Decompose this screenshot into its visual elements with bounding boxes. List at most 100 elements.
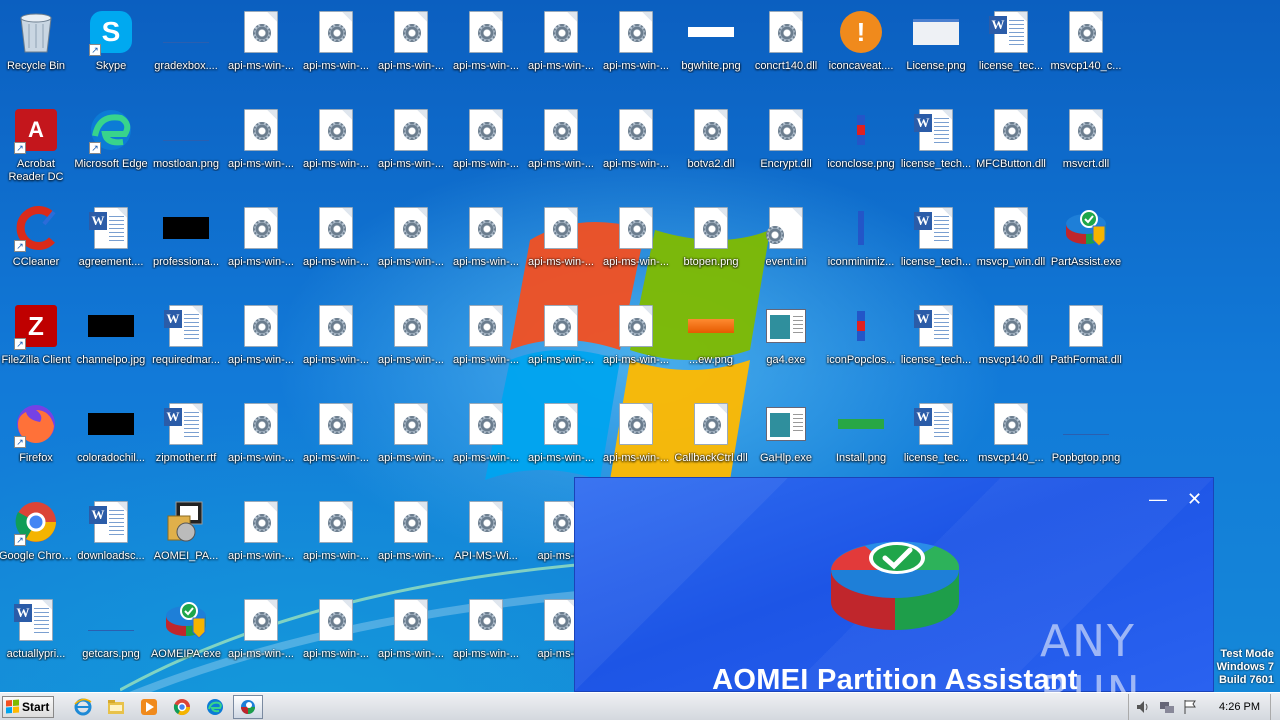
- desktop-icon[interactable]: api-ms-win-...: [224, 98, 298, 190]
- desktop-icon[interactable]: api-ms-win-...: [299, 490, 373, 582]
- desktop-icon[interactable]: Popbgtop.png: [1049, 392, 1123, 484]
- desktop-icon[interactable]: api-ms-win-...: [224, 294, 298, 386]
- desktop-icon[interactable]: coloradochil...: [74, 392, 148, 484]
- desktop-icon[interactable]: api-ms-win-...: [599, 98, 673, 190]
- desktop-icon[interactable]: msvcp140_...: [974, 392, 1048, 484]
- desktop-icon[interactable]: api-ms-win-...: [224, 588, 298, 680]
- desktop-icon[interactable]: iconminimiz...: [824, 196, 898, 288]
- desktop-icon[interactable]: Wagreement....: [74, 196, 148, 288]
- desktop-icon[interactable]: Wzipmother.rtf: [149, 392, 223, 484]
- minimize-button[interactable]: —: [1149, 490, 1167, 508]
- desktop-icon[interactable]: api-ms-win-...: [374, 294, 448, 386]
- desktop-icon[interactable]: api-ms-win-...: [374, 98, 448, 190]
- desktop-icon[interactable]: S ↗ Skype: [74, 0, 148, 92]
- desktop-icon[interactable]: msvcrt.dll: [1049, 98, 1123, 190]
- desktop-icon[interactable]: msvcp140_c...: [1049, 0, 1123, 92]
- desktop-icon[interactable]: api-ms-win-...: [524, 0, 598, 92]
- desktop-icon[interactable]: api-ms-win-...: [449, 0, 523, 92]
- desktop-icon[interactable]: api-ms-win-...: [299, 98, 373, 190]
- desktop-icon[interactable]: api-ms-win-...: [449, 588, 523, 680]
- desktop-icon[interactable]: ga4.exe: [749, 294, 823, 386]
- desktop-icon[interactable]: iconclose.png: [824, 98, 898, 190]
- desktop-icon[interactable]: ↗ Microsoft Edge: [74, 98, 148, 190]
- desktop-icon[interactable]: Encrypt.dll: [749, 98, 823, 190]
- desktop-icon[interactable]: api-ms-win-...: [524, 294, 598, 386]
- desktop-icon[interactable]: Wlicense_tec...: [899, 392, 973, 484]
- desktop-icon[interactable]: api-ms-win-...: [374, 392, 448, 484]
- desktop-icon[interactable]: api-ms-win-...: [374, 588, 448, 680]
- desktop-icon[interactable]: Wlicense_tech...: [899, 294, 973, 386]
- desktop-icon[interactable]: api-ms-win-...: [374, 196, 448, 288]
- desktop-icon[interactable]: gradexbox....: [149, 0, 223, 92]
- desktop-icon[interactable]: api-ms-win-...: [224, 490, 298, 582]
- desktop-icon[interactable]: api-ms-win-...: [449, 294, 523, 386]
- desktop-icon[interactable]: api-ms-win-...: [224, 392, 298, 484]
- desktop-icon[interactable]: api-ms-win-...: [449, 98, 523, 190]
- desktop-icon[interactable]: event.ini: [749, 196, 823, 288]
- volume-icon[interactable]: [1135, 699, 1151, 715]
- desktop-icon[interactable]: API-MS-Wi...: [449, 490, 523, 582]
- taskbar-aomei-button[interactable]: [233, 694, 263, 719]
- desktop-icon[interactable]: api-ms-win-...: [224, 0, 298, 92]
- desktop-icon[interactable]: Wlicense_tec...: [974, 0, 1048, 92]
- desktop-icon[interactable]: api-ms-win-...: [599, 0, 673, 92]
- taskbar-ie-button[interactable]: [68, 695, 98, 719]
- desktop-icon[interactable]: Install.png: [824, 392, 898, 484]
- desktop-icon[interactable]: api-ms-win-...: [524, 98, 598, 190]
- desktop-icon[interactable]: PartAssist.exe: [1049, 196, 1123, 288]
- desktop-icon[interactable]: api-ms-win-...: [299, 392, 373, 484]
- action-center-flag-icon[interactable]: [1183, 699, 1197, 715]
- desktop-icon[interactable]: api-ms-win-...: [449, 196, 523, 288]
- desktop-icon[interactable]: api-ms-win-...: [374, 0, 448, 92]
- desktop-icon[interactable]: mostloan.png: [149, 98, 223, 190]
- desktop-icon[interactable]: professiona...: [149, 196, 223, 288]
- desktop-icon[interactable]: ...ew.png: [674, 294, 748, 386]
- desktop-icon[interactable]: Wrequiredmar...: [149, 294, 223, 386]
- taskbar-chrome-button[interactable]: [167, 695, 197, 719]
- taskbar-clock[interactable]: 4:26 PM: [1205, 701, 1270, 713]
- desktop-icon[interactable]: api-ms-win-...: [224, 196, 298, 288]
- desktop-icon[interactable]: AOMEIPA.exe: [149, 588, 223, 680]
- desktop-icon[interactable]: bgwhite.png: [674, 0, 748, 92]
- desktop-icon[interactable]: Recycle Bin: [0, 0, 73, 92]
- desktop-icon[interactable]: Z ↗ FileZilla Client: [0, 294, 73, 386]
- desktop-icon[interactable]: api-ms-win-...: [524, 392, 598, 484]
- desktop-icon[interactable]: api-ms-win-...: [374, 490, 448, 582]
- desktop-icon[interactable]: getcars.png: [74, 588, 148, 680]
- start-button[interactable]: Start: [2, 695, 54, 718]
- desktop-icon[interactable]: MFCButton.dll: [974, 98, 1048, 190]
- desktop-icon[interactable]: api-ms-win-...: [599, 196, 673, 288]
- desktop-icon[interactable]: iconPopclos...: [824, 294, 898, 386]
- desktop-icon[interactable]: botva2.dll: [674, 98, 748, 190]
- desktop-icon[interactable]: msvcp_win.dll: [974, 196, 1048, 288]
- desktop-icon[interactable]: License.png: [899, 0, 973, 92]
- desktop-icon[interactable]: api-ms-win-...: [524, 196, 598, 288]
- network-icon[interactable]: [1159, 699, 1175, 715]
- desktop-icon[interactable]: api-ms-win-...: [299, 588, 373, 680]
- desktop-icon[interactable]: ↗ CCleaner: [0, 196, 73, 288]
- desktop-icon[interactable]: api-ms-win-...: [299, 294, 373, 386]
- show-desktop-button[interactable]: [1270, 693, 1280, 720]
- desktop-icon[interactable]: ! iconcaveat....: [824, 0, 898, 92]
- desktop-icon[interactable]: concrt140.dll: [749, 0, 823, 92]
- desktop-icon[interactable]: ↗ Firefox: [0, 392, 73, 484]
- desktop-icon[interactable]: channelpo.jpg: [74, 294, 148, 386]
- desktop-icon[interactable]: PathFormat.dll: [1049, 294, 1123, 386]
- desktop-icon[interactable]: Wlicense_tech...: [899, 196, 973, 288]
- taskbar-explorer-button[interactable]: [101, 695, 131, 719]
- desktop-icon[interactable]: api-ms-win-...: [299, 0, 373, 92]
- desktop-icon[interactable]: Wactuallypri...: [0, 588, 73, 680]
- desktop-icon[interactable]: api-ms-win-...: [299, 196, 373, 288]
- desktop-icon[interactable]: api-ms-win-...: [599, 392, 673, 484]
- taskbar-media-player-button[interactable]: [134, 695, 164, 719]
- close-button[interactable]: ✕: [1187, 490, 1202, 508]
- desktop-icon[interactable]: AOMEI_PA...: [149, 490, 223, 582]
- taskbar-edge-button[interactable]: [200, 695, 230, 719]
- desktop-icon[interactable]: ↗ Google Chrome: [0, 490, 73, 582]
- desktop-icon[interactable]: Wlicense_tech...: [899, 98, 973, 190]
- desktop-icon[interactable]: msvcp140.dll: [974, 294, 1048, 386]
- desktop-icon[interactable]: Wdownloadsc...: [74, 490, 148, 582]
- desktop-icon[interactable]: A ↗ Acrobat Reader DC: [0, 98, 73, 190]
- desktop-icon[interactable]: api-ms-win-...: [599, 294, 673, 386]
- desktop-icon[interactable]: GaHlp.exe: [749, 392, 823, 484]
